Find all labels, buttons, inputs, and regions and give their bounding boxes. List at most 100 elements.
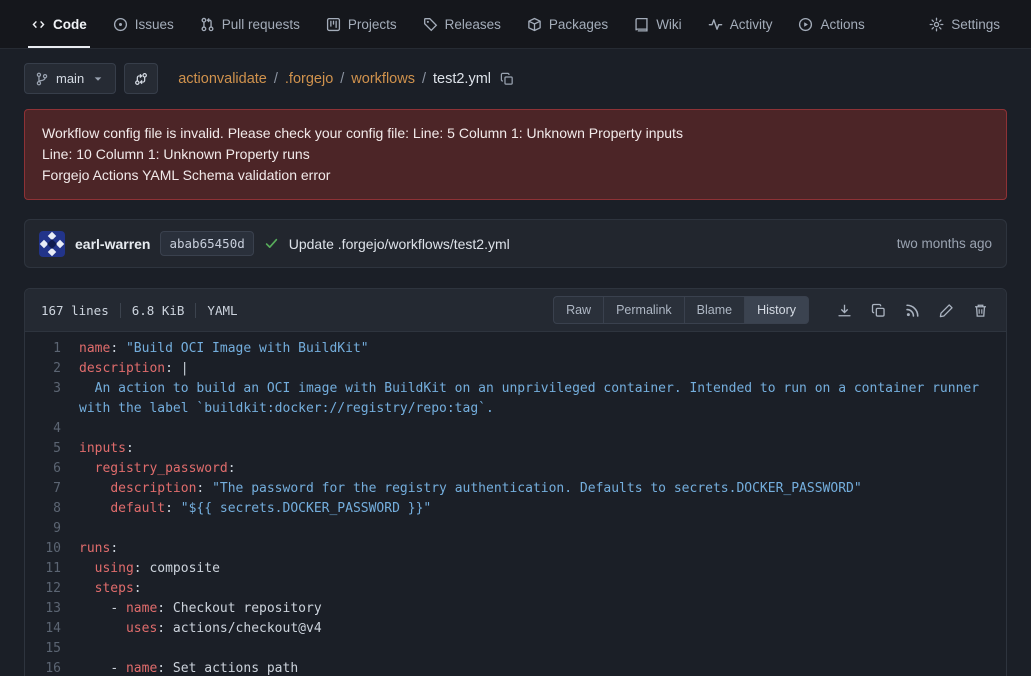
copy-icon <box>871 303 886 318</box>
tab-activity-label: Activity <box>730 17 773 32</box>
code-line-content <box>79 419 1006 439</box>
line-number[interactable]: 2 <box>25 359 79 379</box>
tab-actions-label: Actions <box>820 17 864 32</box>
breadcrumb-repo-link[interactable]: actionvalidate <box>178 71 267 87</box>
file-view: 167 lines 6.8 KiB YAML Raw Permalink Bla… <box>24 288 1007 676</box>
issue-icon <box>113 17 128 32</box>
code-line-content <box>79 519 1006 539</box>
file-header: 167 lines 6.8 KiB YAML Raw Permalink Bla… <box>25 289 1006 332</box>
code-line-content <box>79 639 1006 659</box>
breadcrumb-dir-link[interactable]: .forgejo <box>285 71 333 87</box>
tab-wiki[interactable]: Wiki <box>623 0 693 48</box>
copy-content-button[interactable] <box>869 301 888 320</box>
history-button[interactable]: History <box>745 296 809 324</box>
tab-issues[interactable]: Issues <box>102 0 185 48</box>
code-icon <box>31 17 46 32</box>
tab-projects[interactable]: Projects <box>315 0 408 48</box>
code-line: 14 uses: actions/checkout@v4 <box>25 619 1006 639</box>
raw-button[interactable]: Raw <box>553 296 604 324</box>
line-number[interactable]: 10 <box>25 539 79 559</box>
line-number[interactable]: 12 <box>25 579 79 599</box>
line-number[interactable]: 1 <box>25 339 79 359</box>
commit-bar: earl-warren abab65450d Update .forgejo/w… <box>24 219 1007 268</box>
code-line-content: description: "The password for the regis… <box>79 479 1006 499</box>
main-content: main actionvalidate / .forgejo / workflo… <box>0 49 1031 676</box>
tab-pull-requests-label: Pull requests <box>222 17 300 32</box>
error-line: Workflow config file is invalid. Please … <box>42 123 989 144</box>
line-number[interactable]: 16 <box>25 659 79 676</box>
rss-icon <box>905 303 920 318</box>
code-line-content: default: "${{ secrets.DOCKER_PASSWORD }}… <box>79 499 1006 519</box>
line-number[interactable]: 6 <box>25 459 79 479</box>
tab-activity[interactable]: Activity <box>697 0 784 48</box>
branch-bar: main actionvalidate / .forgejo / workflo… <box>24 63 1007 94</box>
commit-message[interactable]: Update .forgejo/workflows/test2.yml <box>289 236 510 252</box>
code-line: 16 - name: Set actions path <box>25 659 1006 676</box>
branch-selector[interactable]: main <box>24 63 116 94</box>
code-line-content: description: | <box>79 359 1006 379</box>
code-line: 11 using: composite <box>25 559 1006 579</box>
tab-projects-label: Projects <box>348 17 397 32</box>
tab-settings-label: Settings <box>951 17 1000 32</box>
gear-icon <box>929 17 944 32</box>
line-number[interactable]: 8 <box>25 499 79 519</box>
breadcrumb-dir-link[interactable]: workflows <box>351 71 415 87</box>
line-number[interactable]: 4 <box>25 419 79 439</box>
tab-pull-requests[interactable]: Pull requests <box>189 0 311 48</box>
line-number[interactable]: 11 <box>25 559 79 579</box>
tag-icon <box>423 17 438 32</box>
line-number[interactable]: 3 <box>25 379 79 419</box>
code-line-content: name: "Build OCI Image with BuildKit" <box>79 339 1006 359</box>
code-line: 7 description: "The password for the reg… <box>25 479 1006 499</box>
line-number[interactable]: 9 <box>25 519 79 539</box>
breadcrumb: actionvalidate / .forgejo / workflows / … <box>178 70 516 88</box>
code-line: 4 <box>25 419 1006 439</box>
code-line: 2description: | <box>25 359 1006 379</box>
pull-request-icon <box>200 17 215 32</box>
rss-feed-button[interactable] <box>903 301 922 320</box>
code-line: 3 An action to build an OCI image with B… <box>25 379 1006 419</box>
code-line: 1name: "Build OCI Image with BuildKit" <box>25 339 1006 359</box>
tab-wiki-label: Wiki <box>656 17 682 32</box>
code-line-content: registry_password: <box>79 459 1006 479</box>
line-number[interactable]: 5 <box>25 439 79 459</box>
blame-button[interactable]: Blame <box>685 296 745 324</box>
file-line-count: 167 lines <box>41 303 109 318</box>
tab-code[interactable]: Code <box>20 0 98 48</box>
copy-path-button[interactable] <box>498 70 516 88</box>
permalink-button[interactable]: Permalink <box>604 296 685 324</box>
status-check-icon[interactable] <box>264 236 279 251</box>
tab-settings[interactable]: Settings <box>918 0 1011 48</box>
code-line-content: uses: actions/checkout@v4 <box>79 619 1006 639</box>
edit-file-button[interactable] <box>937 301 956 320</box>
line-number[interactable]: 14 <box>25 619 79 639</box>
delete-file-button[interactable] <box>971 301 990 320</box>
commit-sha-badge[interactable]: abab65450d <box>160 231 253 256</box>
commit-author[interactable]: earl-warren <box>75 236 150 252</box>
line-number[interactable]: 13 <box>25 599 79 619</box>
commit-timestamp: two months ago <box>897 236 992 251</box>
code-line-content: using: composite <box>79 559 1006 579</box>
error-line: Line: 10 Column 1: Unknown Property runs <box>42 144 989 165</box>
trash-icon <box>973 303 988 318</box>
separator <box>120 303 121 318</box>
pulse-icon <box>708 17 723 32</box>
compare-button[interactable] <box>124 63 158 94</box>
breadcrumb-separator: / <box>422 71 426 87</box>
tab-packages[interactable]: Packages <box>516 0 619 48</box>
nav-spacer <box>878 0 916 48</box>
tab-releases-label: Releases <box>445 17 501 32</box>
code-line: 13 - name: Checkout repository <box>25 599 1006 619</box>
code-line: 12 steps: <box>25 579 1006 599</box>
avatar[interactable] <box>39 231 65 257</box>
line-number[interactable]: 15 <box>25 639 79 659</box>
separator <box>195 303 196 318</box>
code-line: 5inputs: <box>25 439 1006 459</box>
download-button[interactable] <box>835 301 854 320</box>
tab-actions[interactable]: Actions <box>787 0 875 48</box>
tab-releases[interactable]: Releases <box>412 0 512 48</box>
breadcrumb-separator: / <box>340 71 344 87</box>
code-line-content: steps: <box>79 579 1006 599</box>
line-number[interactable]: 7 <box>25 479 79 499</box>
breadcrumb-current-file: test2.yml <box>433 71 491 87</box>
